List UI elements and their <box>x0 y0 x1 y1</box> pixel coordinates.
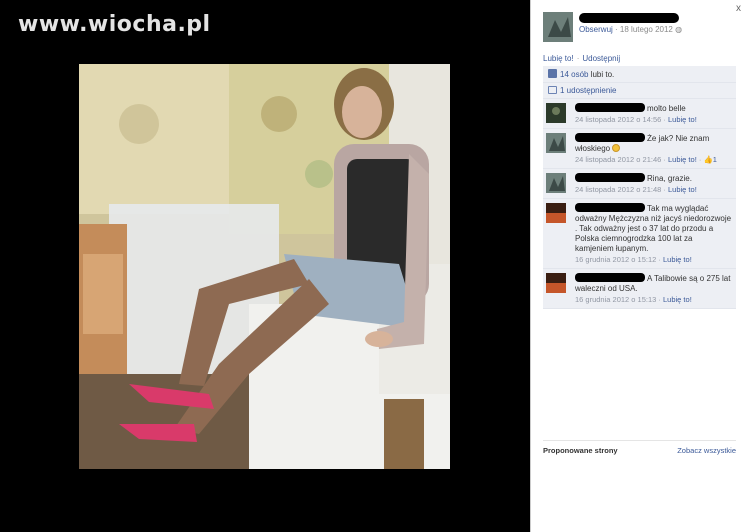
suggested-pages-title: Proponowane strony <box>543 446 618 455</box>
like-count-value: 1 <box>712 155 717 164</box>
comment-meta: 16 grudnia 2012 o 15:13 · Lubię to! <box>575 295 692 304</box>
comment-meta: 16 grudnia 2012 o 15:12 · Lubię to! <box>575 255 692 264</box>
post-meta: Obserwuj · 18 lutego 2012 ◍ <box>579 25 682 34</box>
comment-meta: 24 listopada 2012 o 14:56 · Lubię to! <box>575 115 697 124</box>
page-avatar[interactable] <box>543 12 573 42</box>
comment-body: molto belle <box>647 104 686 113</box>
share-icon <box>548 86 557 94</box>
comment-item: molto belle 24 listopada 2012 o 14:56 · … <box>543 99 736 129</box>
comment-time[interactable]: 24 listopada 2012 o 14:56 <box>575 115 661 124</box>
see-all-link[interactable]: Zobacz wszystkie <box>677 446 736 455</box>
comment-item: A Talibowie są o 275 lat waleczni od USA… <box>543 269 736 309</box>
likes-count-link[interactable]: 14 osób <box>560 70 588 79</box>
likes-summary: 14 osób lubi to. <box>543 66 736 83</box>
redacted-name <box>575 103 645 112</box>
commenter-avatar[interactable] <box>546 103 566 123</box>
post-header: Obserwuj · 18 lutego 2012 ◍ <box>543 12 743 46</box>
watermark: www.wiocha.pl <box>18 12 211 37</box>
separator-dot: · <box>576 54 580 63</box>
comment-like-link[interactable]: Lubię to! <box>663 255 692 264</box>
redacted-name <box>575 173 645 182</box>
redacted-page-name <box>579 13 679 23</box>
redacted-name <box>575 203 645 212</box>
comment-time[interactable]: 24 listopada 2012 o 21:48 <box>575 185 661 194</box>
like-link[interactable]: Lubię to! <box>543 54 574 63</box>
commenter-avatar[interactable] <box>546 133 566 153</box>
follow-link[interactable]: Obserwuj <box>579 25 613 34</box>
shares-link[interactable]: 1 udostępnienie <box>560 86 617 95</box>
comment-like-link[interactable]: Lubię to! <box>668 185 697 194</box>
comment-like-link[interactable]: Lubię to! <box>663 295 692 304</box>
shares-summary: 1 udostępnienie <box>543 83 736 99</box>
comment-like-link[interactable]: Lubię to! <box>668 115 697 124</box>
comment-time[interactable]: 16 grudnia 2012 o 15:13 <box>575 295 656 304</box>
comment-item: Tak ma wyglądać odważny Mężczyzna niż ja… <box>543 199 736 269</box>
comment-text: Rina, grazie. <box>575 173 732 184</box>
comment-like-count[interactable]: 👍1 <box>703 155 717 164</box>
main-photo[interactable] <box>79 64 450 469</box>
post-actions: Lubię to! · Udostępnij <box>543 54 620 63</box>
comment-time[interactable]: 24 listopada 2012 o 21:46 <box>575 155 661 164</box>
likes-suffix: lubi to. <box>588 70 615 79</box>
comment-like-link[interactable]: Lubię to! <box>668 155 697 164</box>
avatar-image <box>546 133 566 153</box>
feedback-box: 14 osób lubi to. 1 udostępnienie molto b… <box>543 66 736 309</box>
share-link[interactable]: Udostępnij <box>582 54 620 63</box>
comment-text: molto belle <box>575 103 732 114</box>
sidebar: x Obserwuj · 18 lutego 2012 ◍ Lubię to! ·… <box>530 0 747 532</box>
globe-icon: ◍ <box>675 25 683 34</box>
photo-viewer: www.wiocha.pl <box>0 0 530 532</box>
commenter-avatar[interactable] <box>546 173 566 193</box>
comment-item: Rina, grazie. 24 listopada 2012 o 21:48 … <box>543 169 736 199</box>
comment-text: Tak ma wyglądać odważny Mężczyzna niż ja… <box>575 203 732 254</box>
thumbs-up-icon <box>548 69 557 78</box>
avatar-image <box>546 103 566 123</box>
comment-text: Że jak? Nie znam włoskiego <box>575 133 732 154</box>
redacted-name <box>575 133 645 142</box>
smiley-icon <box>612 144 621 152</box>
suggested-pages: Proponowane strony Zobacz wszystkie <box>543 440 736 455</box>
commenter-avatar[interactable] <box>546 273 566 293</box>
avatar-image <box>546 203 566 223</box>
avatar-image <box>543 12 573 42</box>
redacted-name <box>575 273 645 282</box>
avatar-image <box>546 173 566 193</box>
comment-meta: 24 listopada 2012 o 21:46 · Lubię to! · … <box>575 155 717 164</box>
comment-time[interactable]: 16 grudnia 2012 o 15:12 <box>575 255 656 264</box>
avatar-image <box>546 273 566 293</box>
comment-text: A Talibowie są o 275 lat waleczni od USA… <box>575 273 732 294</box>
comment-item: Że jak? Nie znam włoskiego 24 listopada … <box>543 129 736 169</box>
photo-illustration <box>79 64 450 469</box>
post-date[interactable]: 18 lutego 2012 <box>620 25 673 34</box>
commenter-avatar[interactable] <box>546 203 566 223</box>
comment-meta: 24 listopada 2012 o 21:48 · Lubię to! <box>575 185 697 194</box>
comment-body: Rina, grazie. <box>647 174 692 183</box>
